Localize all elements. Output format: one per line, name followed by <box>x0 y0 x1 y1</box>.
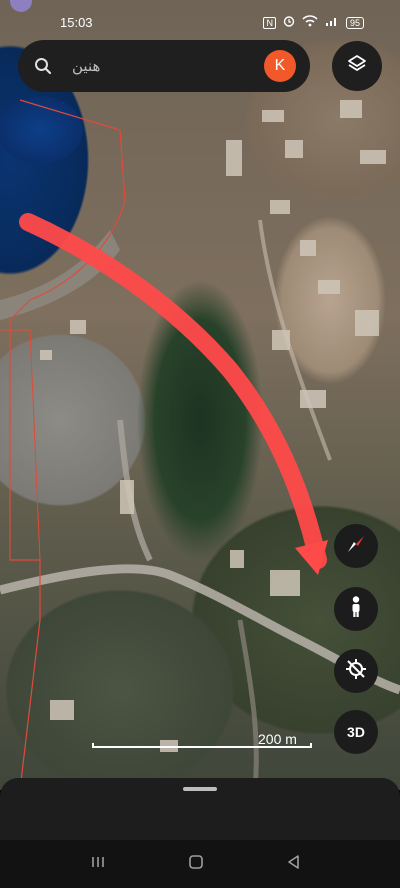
map-scale: 200 m <box>92 730 314 752</box>
bottom-sheet[interactable] <box>0 778 400 840</box>
system-navigation-bar <box>0 840 400 888</box>
battery-indicator: 95 <box>345 16 364 29</box>
signal-icon <box>325 15 339 30</box>
back-icon <box>286 854 302 875</box>
notification-app-icon <box>10 0 32 12</box>
3d-toggle-button[interactable]: 3D <box>334 710 378 754</box>
status-icons: N 95 <box>263 15 364 30</box>
back-button[interactable] <box>284 854 304 874</box>
pegman-icon <box>346 595 366 624</box>
nfc-icon: N <box>263 16 276 29</box>
account-avatar[interactable]: K <box>264 50 296 82</box>
side-road-south <box>237 619 259 790</box>
layers-button[interactable] <box>332 41 382 91</box>
recents-icon <box>90 854 106 875</box>
battery-level: 95 <box>349 17 360 28</box>
home-button[interactable] <box>186 854 206 874</box>
recenter-button[interactable] <box>334 649 378 693</box>
search-icon[interactable] <box>32 55 54 77</box>
boundary-line-2 <box>0 329 41 561</box>
scale-bar <box>92 743 312 748</box>
recenter-icon <box>344 657 368 686</box>
status-bar: 15:03 N 95 <box>0 0 400 34</box>
layers-icon <box>346 53 368 80</box>
alarm-icon <box>283 15 295 30</box>
compass-icon <box>344 532 368 561</box>
wifi-icon <box>302 15 318 30</box>
search-query[interactable]: هنين <box>72 57 264 75</box>
status-time: 15:03 <box>60 15 93 30</box>
recents-button[interactable] <box>88 854 108 874</box>
boundary-line <box>9 99 126 790</box>
compass-button[interactable] <box>334 524 378 568</box>
home-icon <box>188 854 204 875</box>
sheet-drag-handle[interactable] <box>183 787 217 791</box>
search-bar[interactable]: هنين K <box>18 40 310 92</box>
street-view-button[interactable] <box>334 587 378 631</box>
